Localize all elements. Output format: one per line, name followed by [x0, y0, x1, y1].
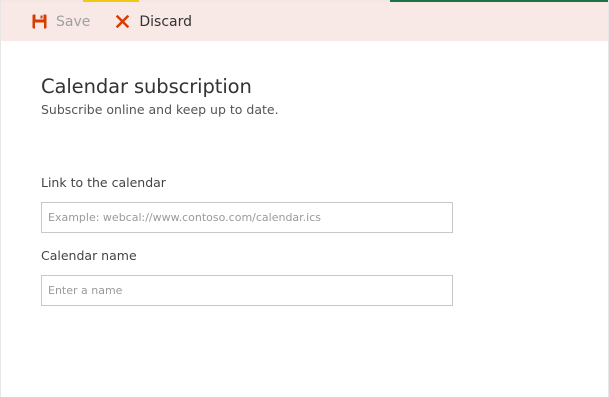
link-field-label: Link to the calendar	[41, 175, 166, 190]
calendar-subscription-panel: Save Discard Calendar subscription Subsc…	[0, 0, 609, 397]
page-subtitle: Subscribe online and keep up to date.	[41, 102, 279, 117]
save-button[interactable]: Save	[31, 2, 90, 41]
name-field-label: Calendar name	[41, 248, 137, 263]
save-label: Save	[56, 13, 91, 30]
discard-button[interactable]: Discard	[114, 2, 192, 41]
discard-label: Discard	[139, 13, 193, 30]
close-x-icon	[114, 14, 130, 30]
calendar-link-input[interactable]	[41, 202, 453, 233]
header-section: Calendar subscription Subscribe online a…	[41, 74, 461, 118]
calendar-name-input[interactable]	[41, 275, 453, 306]
floppy-disk-icon	[31, 14, 47, 30]
page-title: Calendar subscription	[41, 75, 252, 98]
command-toolbar: Save Discard	[1, 2, 608, 41]
